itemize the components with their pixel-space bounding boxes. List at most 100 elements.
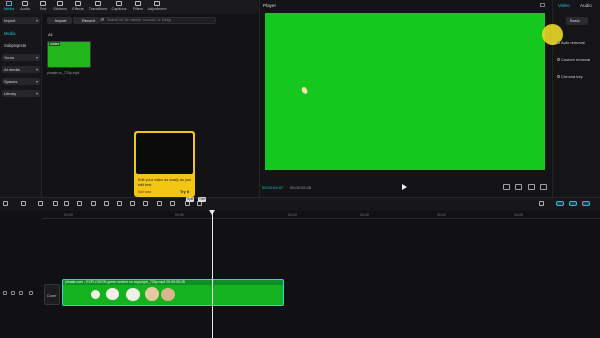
hide-icon[interactable] — [11, 291, 15, 295]
tool-label: Adjustment — [147, 7, 167, 11]
record-button[interactable]: Record — [73, 17, 100, 24]
tool-label: Media — [3, 7, 15, 11]
media-icon — [6, 1, 12, 6]
chevron-down-icon: ▾ — [35, 55, 38, 60]
effects-icon — [75, 1, 81, 6]
reverse-icon[interactable] — [130, 201, 135, 206]
menu-icon[interactable] — [540, 3, 545, 7]
tool-label: Text — [39, 7, 47, 11]
play-icon[interactable] — [402, 184, 407, 190]
marker-icon[interactable] — [104, 201, 109, 206]
snap-toggle-icon[interactable] — [569, 201, 577, 206]
zoom-icon[interactable] — [528, 184, 535, 190]
search-placeholder: Search for file names, sources, or thing… — [107, 18, 172, 22]
timeline-toolbar — [0, 197, 600, 211]
media-search-input[interactable]: Search for file names, sources, or thing… — [100, 17, 216, 24]
captions-icon — [116, 1, 122, 6]
cover-label: Cover — [47, 294, 57, 298]
crop-icon[interactable] — [170, 201, 175, 206]
tool-label: Stickers — [53, 7, 67, 11]
sidebar-select-library[interactable]: Library ▾ — [2, 90, 40, 97]
chevron-down-icon: ▾ — [35, 79, 38, 84]
ratio-icon[interactable] — [515, 184, 522, 190]
tool-label: Filters — [132, 7, 144, 11]
tab-video[interactable]: Video — [558, 3, 570, 8]
fullscreen-icon[interactable] — [540, 184, 547, 190]
lock-icon[interactable] — [3, 291, 7, 295]
fit-icon[interactable] — [503, 184, 510, 190]
sidebar-item-media[interactable]: Media — [4, 31, 15, 36]
import-button-label: Import — [55, 18, 67, 23]
import-select[interactable]: Import ▾ — [2, 17, 40, 24]
select-label: AI media — [4, 67, 20, 72]
tool-label: Captions — [111, 7, 127, 11]
option-custom-removal[interactable]: Custom removal — [557, 57, 590, 62]
chevron-down-icon: ▾ — [35, 67, 38, 72]
filter-all[interactable]: All — [48, 32, 52, 37]
tool-transitions[interactable]: Transitions — [89, 0, 107, 14]
chevron-down-icon: ▾ — [35, 91, 38, 96]
sidebar-select-ai-media[interactable]: AI media ▾ — [2, 66, 40, 73]
sidebar-item-subprojects[interactable]: Subprojects — [4, 43, 26, 48]
tool-filters[interactable]: Filters — [130, 0, 146, 14]
player-title: Player — [263, 3, 277, 8]
split-left-icon[interactable] — [64, 201, 69, 206]
explosion-frame — [145, 287, 159, 301]
sidebar-select-spaces[interactable]: Spaces ▾ — [2, 78, 40, 85]
audio-icon — [22, 1, 28, 6]
stickers-icon — [57, 1, 63, 6]
tool-captions[interactable]: Captions — [111, 0, 127, 14]
explosion-frame — [126, 288, 140, 301]
text-icon — [40, 1, 46, 6]
option-auto-removal[interactable]: Auto removal — [557, 40, 585, 45]
radio-icon — [557, 58, 560, 62]
select-icon[interactable] — [3, 201, 8, 206]
tool-media[interactable]: Media — [1, 0, 17, 14]
mic-icon[interactable] — [539, 201, 544, 206]
trim-tooltip: Trim — [198, 197, 207, 202]
radio-icon — [557, 41, 560, 45]
more-icon[interactable] — [29, 291, 33, 295]
split-right-icon[interactable] — [77, 201, 82, 206]
freeze-icon[interactable] — [117, 201, 122, 206]
import-button[interactable]: Import — [47, 17, 72, 24]
undo-icon[interactable] — [21, 201, 26, 206]
tooltip-not-now[interactable]: Not now — [138, 190, 151, 194]
mirror-icon[interactable] — [143, 201, 148, 206]
split-icon[interactable] — [53, 201, 58, 206]
timecode-total: 00:00:05:28 — [290, 185, 312, 190]
tooltip-try-it[interactable]: Try it — [180, 190, 189, 194]
preview-toggle-icon[interactable] — [582, 201, 590, 206]
redo-icon[interactable] — [38, 201, 43, 206]
playhead-handle[interactable] — [209, 210, 215, 215]
radio-icon — [557, 75, 560, 79]
select-label: Yours — [4, 55, 15, 60]
left-sidebar — [0, 14, 42, 197]
search-icon — [101, 18, 104, 21]
rotate-icon[interactable] — [157, 201, 162, 206]
option-label: Chroma key — [561, 74, 583, 79]
ruler-tick: 00:15 — [360, 213, 369, 217]
clip-name: ytmate.com - EXPLOSION green screen no c… — [65, 280, 185, 284]
option-label: Custom removal — [561, 57, 591, 62]
thumb-filename: ytmate.cc_720p.mp4 — [47, 71, 80, 75]
option-chroma-key[interactable]: Chroma key — [557, 74, 583, 79]
tool-stickers[interactable]: Stickers — [52, 0, 68, 14]
text-edit-tooltip: Edit your video as easily as you edit te… — [134, 131, 195, 197]
ruler-tick: 00:05 — [175, 213, 184, 217]
sidebar-select-yours[interactable]: Yours ▾ — [2, 54, 40, 61]
tool-label: Audio — [20, 7, 30, 11]
tool-audio[interactable]: Audio — [17, 0, 33, 14]
tool-adjustment[interactable]: Adjustment — [147, 0, 167, 14]
playhead[interactable] — [212, 211, 213, 338]
mute-icon[interactable] — [19, 291, 23, 295]
tab-audio[interactable]: Audio — [580, 3, 592, 8]
link-toggle-icon[interactable] — [556, 201, 564, 206]
option-label: Auto removal — [561, 40, 585, 45]
ruler-tick: 00:25 — [514, 213, 523, 217]
tool-effects[interactable]: Effects — [70, 0, 86, 14]
thumb-added-badge: Added — [49, 42, 61, 46]
tool-text[interactable]: Text — [35, 0, 51, 14]
delete-icon[interactable] — [91, 201, 96, 206]
basic-button[interactable]: Basic — [566, 17, 588, 25]
